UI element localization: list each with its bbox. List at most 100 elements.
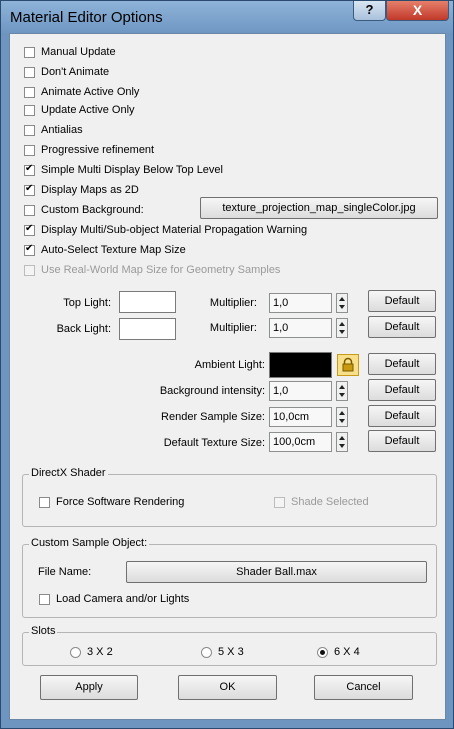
option-animate-active-only[interactable]: Animate Active Only (24, 84, 139, 100)
option-label: Display Multi/Sub-object Material Propag… (41, 224, 308, 236)
file-name-label: File Name: (38, 566, 92, 578)
top-light-label: Top Light: (63, 297, 111, 309)
ambient-light-color-swatch[interactable] (269, 352, 332, 378)
back-multiplier-spinner[interactable] (336, 318, 348, 338)
top-multiplier-spinner[interactable] (336, 293, 348, 313)
option-label: Custom Background: (41, 204, 144, 216)
background-intensity-label: Background intensity: (159, 385, 265, 397)
antialias-checkbox[interactable] (24, 124, 35, 136)
option-label: Animate Active Only (41, 86, 140, 98)
render-sample-size-spinner[interactable] (336, 407, 348, 427)
custom-sample-object-title: Custom Sample Object: (29, 537, 150, 549)
update-active-only-checkbox[interactable] (24, 104, 35, 116)
option-progressive-refinement[interactable]: Progressive refinement (24, 142, 154, 158)
sample-file-button[interactable]: Shader Ball.max (126, 561, 427, 583)
option-label: Don't Animate (41, 66, 110, 78)
slot-5x3-radio[interactable] (201, 646, 212, 658)
option-label: Antialias (41, 124, 83, 136)
shade-selected-label: Shade Selected (291, 496, 369, 508)
shade-selected-option: Shade Selected (274, 494, 369, 510)
back-light-color-swatch[interactable] (119, 318, 176, 340)
option-propagation-warning[interactable]: Display Multi/Sub-object Material Propag… (24, 222, 307, 238)
load-camera-lights-label: Load Camera and/or Lights (56, 593, 190, 605)
option-simple-multi-display[interactable]: Simple Multi Display Below Top Level (24, 162, 223, 178)
propagation-warning-checkbox[interactable] (24, 223, 35, 236)
option-real-world-map-size: Use Real-World Map Size for Geometry Sam… (24, 262, 280, 278)
default-texture-size-label: Default Texture Size: (163, 437, 265, 449)
slot-6x4-label: 6 X 4 (334, 646, 360, 658)
ambient-light-label: Ambient Light: (194, 359, 265, 371)
lock-icon[interactable] (337, 354, 359, 376)
option-custom-background[interactable]: Custom Background: (24, 202, 144, 218)
option-label: Auto-Select Texture Map Size (41, 244, 186, 256)
back-multiplier-field[interactable]: 1,0 (269, 318, 332, 338)
real-world-map-size-checkbox (24, 264, 35, 276)
default-texture-size-default-button[interactable]: Default (368, 430, 436, 452)
render-sample-size-field[interactable]: 10,0cm (269, 407, 332, 427)
ok-button[interactable]: OK (178, 675, 277, 700)
option-label: Progressive refinement (41, 144, 155, 156)
dont-animate-checkbox[interactable] (24, 66, 35, 78)
window-title: Material Editor Options (10, 9, 163, 26)
force-software-rendering-option[interactable]: Force Software Rendering (39, 494, 184, 510)
slot-3x2-radio[interactable] (70, 646, 81, 658)
option-auto-select-texture-size[interactable]: Auto-Select Texture Map Size (24, 242, 186, 258)
option-label: Use Real-World Map Size for Geometry Sam… (41, 264, 281, 276)
shade-selected-checkbox (274, 496, 285, 508)
force-software-rendering-label: Force Software Rendering (56, 496, 185, 508)
directx-shader-group: DirectX Shader Force Software Rendering … (22, 467, 437, 527)
close-button[interactable]: X (386, 1, 449, 21)
top-light-default-button[interactable]: Default (368, 290, 436, 312)
background-intensity-field[interactable]: 1,0 (269, 381, 332, 401)
load-camera-lights-checkbox[interactable] (39, 593, 50, 605)
directx-shader-title: DirectX Shader (29, 467, 108, 479)
option-label: Display Maps as 2D (41, 184, 139, 196)
option-label: Update Active Only (41, 104, 135, 116)
option-label: Manual Update (41, 46, 116, 58)
slot-5x3-label: 5 X 3 (218, 646, 244, 658)
slot-3x2-label: 3 X 2 (87, 646, 113, 658)
option-update-active-only[interactable]: Update Active Only (24, 102, 135, 118)
background-intensity-default-button[interactable]: Default (368, 379, 436, 401)
apply-button[interactable]: Apply (40, 675, 138, 700)
slot-6x4-radio[interactable] (317, 646, 328, 658)
option-label: Simple Multi Display Below Top Level (41, 164, 223, 176)
top-light-color-swatch[interactable] (119, 291, 176, 313)
slots-title: Slots (29, 625, 58, 637)
slot-option-6x4[interactable]: 6 X 4 (317, 644, 360, 660)
title-bar[interactable]: Material Editor Options ? X (1, 1, 453, 33)
option-manual-update[interactable]: Manual Update (24, 44, 116, 60)
slot-option-5x3[interactable]: 5 X 3 (201, 644, 244, 660)
cancel-button[interactable]: Cancel (314, 675, 413, 700)
render-sample-size-default-button[interactable]: Default (368, 405, 436, 427)
background-intensity-spinner[interactable] (336, 381, 348, 401)
manual-update-checkbox[interactable] (24, 46, 35, 58)
back-light-default-button[interactable]: Default (368, 316, 436, 338)
slots-group: Slots 3 X 2 5 X 3 6 X 4 (22, 625, 437, 666)
default-texture-size-field[interactable]: 100,0cm (269, 432, 332, 452)
render-sample-size-label: Render Sample Size: (161, 411, 265, 423)
option-antialias[interactable]: Antialias (24, 122, 83, 138)
display-maps-2d-checkbox[interactable] (24, 183, 35, 196)
option-display-maps-2d[interactable]: Display Maps as 2D (24, 182, 139, 198)
load-camera-lights-option[interactable]: Load Camera and/or Lights (39, 591, 189, 607)
custom-background-checkbox[interactable] (24, 204, 35, 216)
progressive-refinement-checkbox[interactable] (24, 144, 35, 156)
back-multiplier-label: Multiplier: (209, 322, 257, 334)
default-texture-size-spinner[interactable] (336, 432, 348, 452)
option-dont-animate[interactable]: Don't Animate (24, 64, 109, 80)
help-button[interactable]: ? (353, 1, 386, 21)
animate-active-only-checkbox[interactable] (24, 86, 35, 98)
force-software-rendering-checkbox[interactable] (39, 496, 50, 508)
back-light-label: Back Light: (56, 323, 111, 335)
top-multiplier-field[interactable]: 1,0 (269, 293, 332, 313)
auto-select-texture-size-checkbox[interactable] (24, 243, 35, 256)
material-editor-options-window: Material Editor Options ? X Manual Updat… (0, 0, 454, 729)
ambient-light-default-button[interactable]: Default (368, 353, 436, 375)
simple-multi-display-checkbox[interactable] (24, 163, 35, 176)
custom-background-file-button[interactable]: texture_projection_map_singleColor.jpg (200, 197, 438, 219)
top-multiplier-label: Multiplier: (209, 297, 257, 309)
dialog-body: Manual Update Don't Animate Animate Acti… (9, 33, 446, 720)
slot-option-3x2[interactable]: 3 X 2 (70, 644, 113, 660)
custom-sample-object-group: Custom Sample Object: File Name: Shader … (22, 537, 437, 618)
